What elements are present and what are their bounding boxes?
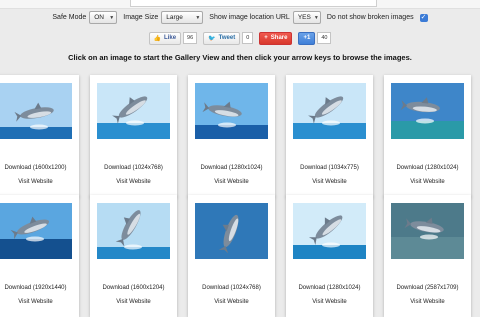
image-card: Download (2587x1709) Visit Website: [384, 195, 471, 317]
dolphin-photo-thumbnail[interactable]: [293, 83, 366, 139]
like-group: 👍 Like 96: [148, 31, 198, 45]
social-share-bar: 👍 Like 96 🐦 Tweet 0 + Share +1 40: [0, 31, 480, 45]
download-link[interactable]: Download (2587x1709): [384, 285, 471, 291]
gallery-instruction: Click on an image to start the Gallery V…: [68, 53, 412, 62]
tweet-group: 🐦 Tweet 0: [203, 31, 254, 45]
download-link[interactable]: Download (1600x1204): [90, 285, 177, 291]
search-options-bar: Safe Mode ON ▼ Image Size Large ▼ Show ima…: [0, 9, 480, 26]
safe-mode-label: Safe Mode: [52, 14, 87, 21]
visit-website-link[interactable]: Visit Website: [90, 179, 177, 185]
download-link[interactable]: Download (1024x768): [188, 285, 275, 291]
like-button[interactable]: 👍 Like: [148, 31, 182, 45]
dolphin-photo-thumbnail[interactable]: [293, 203, 366, 259]
share-button[interactable]: + Share: [259, 31, 293, 45]
dolphin-photo-thumbnail[interactable]: [0, 83, 72, 139]
download-link[interactable]: Download (1034x775): [286, 165, 373, 171]
image-card: Download (1280x1024) Visit Website: [188, 75, 275, 197]
image-card: Download (1024x768) Visit Website: [90, 75, 177, 197]
plus-one-button[interactable]: +1: [298, 31, 316, 45]
dolphin-photo-thumbnail[interactable]: [391, 83, 464, 139]
image-size-value: Large: [166, 14, 183, 21]
visit-website-link[interactable]: Visit Website: [90, 299, 177, 305]
tweet-button[interactable]: 🐦 Tweet: [203, 31, 241, 45]
plus-one-group: +1 40: [298, 31, 332, 45]
chevron-down-icon: ▼: [195, 14, 201, 21]
search-box-edge[interactable]: [130, 0, 377, 7]
show-url-value: YES: [297, 14, 311, 21]
download-link[interactable]: Download (1920x1440): [0, 285, 79, 291]
visit-website-link[interactable]: Visit Website: [286, 179, 373, 185]
tweet-count: 0: [242, 32, 254, 44]
download-link[interactable]: Download (1280x1024): [188, 165, 275, 171]
image-card: Download (1034x775) Visit Website: [286, 75, 373, 197]
image-card: Download (1920x1440) Visit Website: [0, 195, 79, 317]
image-size-label: Image Size: [123, 14, 159, 21]
chevron-down-icon: ▼: [109, 14, 115, 21]
download-link[interactable]: Download (1280x1024): [286, 285, 373, 291]
visit-website-link[interactable]: Visit Website: [384, 299, 471, 305]
show-url-select[interactable]: YES ▼: [292, 11, 321, 24]
visit-website-link[interactable]: Visit Website: [286, 299, 373, 305]
dolphin-photo-thumbnail[interactable]: [97, 83, 170, 139]
share-plus-icon: +: [264, 35, 268, 41]
chevron-down-icon: ▼: [313, 14, 319, 21]
twitter-bird-icon: 🐦: [208, 35, 216, 42]
tweet-label: Tweet: [218, 35, 236, 41]
image-card: Download (1280x1024) Visit Website: [384, 75, 471, 197]
visit-website-link[interactable]: Visit Website: [0, 179, 79, 185]
show-url-label: Show image location URL: [209, 14, 290, 21]
visit-website-link[interactable]: Visit Website: [188, 179, 275, 185]
dolphin-photo-thumbnail[interactable]: [195, 83, 268, 139]
plus-one-count: 40: [317, 32, 332, 44]
plus-one-label: +1: [303, 35, 311, 41]
dolphin-photo-thumbnail[interactable]: [97, 203, 170, 259]
like-count: 96: [183, 32, 198, 44]
broken-images-checkbox[interactable]: ✓: [419, 13, 428, 22]
image-card: Download (1280x1024) Visit Website: [286, 195, 373, 317]
broken-images-label: Do not show broken images: [326, 14, 414, 21]
like-label: Like: [164, 35, 177, 41]
safe-mode-value: ON: [94, 14, 104, 21]
dolphin-photo-thumbnail[interactable]: [0, 203, 72, 259]
share-label: Share: [270, 35, 288, 41]
image-card: Download (1024x768) Visit Website: [188, 195, 275, 317]
visit-website-link[interactable]: Visit Website: [188, 299, 275, 305]
thumbs-up-icon: 👍: [153, 35, 162, 42]
dolphin-photo-thumbnail[interactable]: [391, 203, 464, 259]
image-size-select[interactable]: Large ▼: [161, 11, 204, 24]
dolphin-photo-thumbnail[interactable]: [195, 203, 268, 259]
safe-mode-select[interactable]: ON ▼: [89, 11, 118, 24]
download-link[interactable]: Download (1600x1200): [0, 165, 79, 171]
download-link[interactable]: Download (1280x1024): [384, 165, 471, 171]
visit-website-link[interactable]: Visit Website: [384, 179, 471, 185]
visit-website-link[interactable]: Visit Website: [0, 299, 79, 305]
image-card: Download (1600x1204) Visit Website: [90, 195, 177, 317]
image-card: Download (1600x1200) Visit Website: [0, 75, 79, 197]
download-link[interactable]: Download (1024x768): [90, 165, 177, 171]
